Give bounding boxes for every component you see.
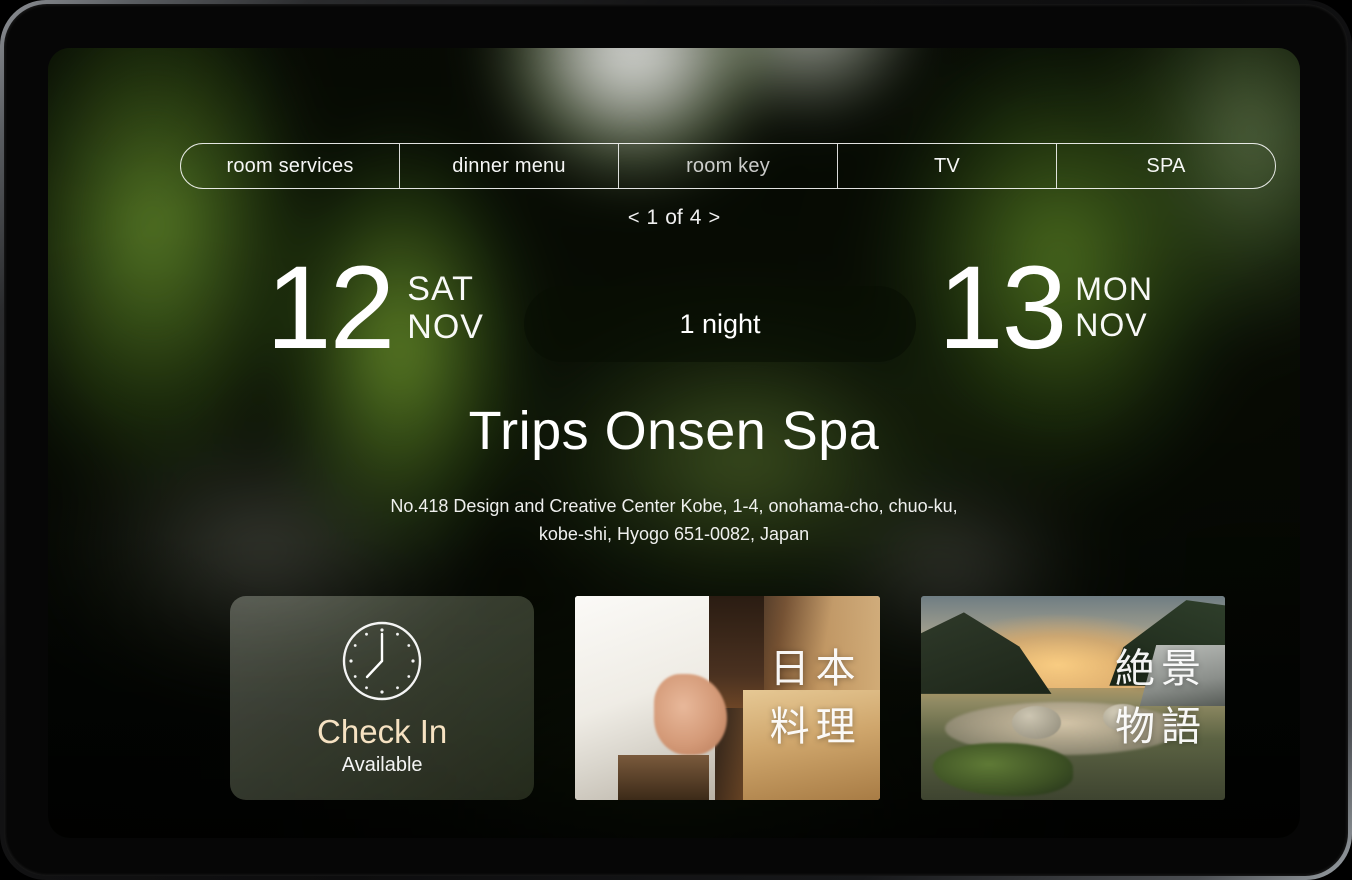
card-row-1: Check In Available 日本 料理 絶景 物語: [230, 596, 1225, 800]
check-in-card-status: Available: [341, 753, 423, 776]
pager-next-button[interactable]: >: [708, 207, 720, 230]
japanese-cuisine-card[interactable]: 日本 料理: [575, 596, 880, 800]
check-out-day: 13: [938, 242, 1067, 374]
check-out-weekday: MON: [1075, 271, 1153, 308]
hotel-address-line-2: kobe-shi, Hyogo 651-0082, Japan: [538, 524, 810, 545]
tab-room-services[interactable]: room services: [181, 144, 400, 188]
check-in-date[interactable]: 12 SAT NOV: [266, 242, 484, 374]
pager-of-label: of: [665, 206, 683, 229]
check-in-day: 12: [266, 242, 395, 374]
check-in-card-title: Check In: [317, 713, 448, 751]
main-tab-bar: room services dinner menu room key TV SP…: [180, 143, 1276, 189]
pager-total-pages: 4: [689, 206, 702, 229]
hotel-concierge-app: room services dinner menu room key TV SP…: [48, 48, 1300, 838]
tablet-device-frame: room services dinner menu room key TV SP…: [0, 0, 1352, 880]
sushi-chef-image: [575, 596, 880, 800]
service-card-grid: Check In Available 日本 料理 絶景 物語: [230, 596, 1225, 838]
check-in-weekday: SAT: [407, 270, 474, 309]
onsen-sunset-image: [920, 596, 1225, 800]
tab-dinner-menu[interactable]: dinner menu: [400, 144, 619, 188]
check-in-month: NOV: [407, 308, 484, 347]
check-out-date[interactable]: 13 MON NOV: [938, 242, 1153, 374]
check-out-month: NOV: [1075, 307, 1148, 344]
tab-room-key[interactable]: room key: [619, 144, 838, 188]
page-indicator: < 1 of 4 >: [48, 206, 1300, 230]
check-in-card[interactable]: Check In Available: [230, 596, 535, 800]
pager-prev-button[interactable]: <: [628, 207, 640, 230]
scenery-story-card[interactable]: 絶景 物語: [920, 596, 1225, 800]
clock-icon: [342, 621, 422, 701]
tab-spa[interactable]: SPA: [1057, 144, 1275, 188]
tab-tv[interactable]: TV: [838, 144, 1057, 188]
nights-duration-pill[interactable]: 1 night: [524, 286, 916, 362]
pager-current-page: 1: [646, 206, 659, 229]
hotel-name: Trips Onsen Spa: [468, 401, 880, 461]
tablet-screen: room services dinner menu room key TV SP…: [48, 48, 1300, 838]
hotel-address-line-1: No.418 Design and Creative Center Kobe, …: [390, 496, 958, 516]
hotel-address: No.418 Design and Creative Center Kobe, …: [48, 492, 1300, 549]
